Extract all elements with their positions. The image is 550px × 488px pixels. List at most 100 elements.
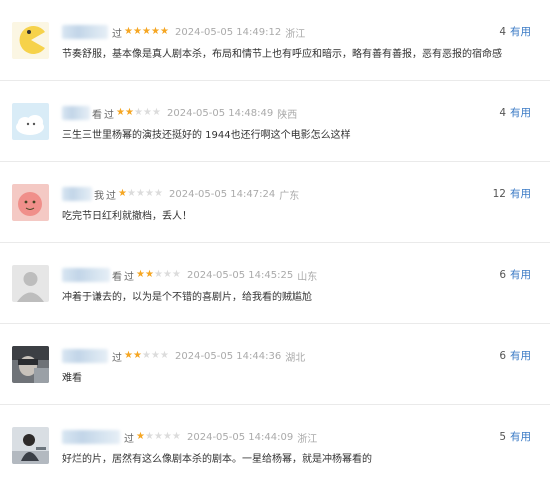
- useful-count: 4: [499, 106, 506, 119]
- star-rating: ★ ★ ★ ★ ★: [136, 270, 181, 280]
- review-content: 冲着于谦去的，以为是个不错的喜剧片，给我看的贼尴尬: [62, 292, 312, 303]
- person-photo-avatar-icon: [12, 427, 49, 464]
- star-empty-icon: ★: [154, 269, 163, 280]
- review-item: 过 ★ ★ ★ ★ ★ 2024-05-05 14:49:12 浙江 节奏舒服，基本像是…: [0, 0, 550, 81]
- star-empty-icon: ★: [151, 350, 160, 361]
- review-content: 节奏舒服，基本像是真人剧本杀，布局和情节上也有呼应和暗示，略有善有善报，恶有恶报…: [62, 49, 502, 60]
- useful-vote[interactable]: 4 有用: [499, 105, 531, 120]
- star-filled-icon: ★: [136, 431, 145, 442]
- review-item: 过 ★ ★ ★ ★ ★ 2024-05-05 14:44:09 浙江 好烂的片，居然有这…: [0, 405, 550, 486]
- watched-label: 过: [112, 352, 122, 364]
- watched-label: 过: [112, 28, 122, 40]
- star-rating: ★ ★ ★ ★ ★: [136, 432, 181, 442]
- review-location: 广东: [279, 190, 300, 202]
- star-rating: ★ ★ ★ ★ ★: [124, 351, 169, 361]
- review-location: 陕西: [277, 109, 298, 121]
- star-filled-icon: ★: [125, 107, 134, 118]
- watched-label: 过: [124, 271, 134, 283]
- user-avatar[interactable]: [12, 265, 49, 302]
- star-empty-icon: ★: [152, 107, 161, 118]
- watched-label: 过: [124, 433, 134, 445]
- review-meta: 过 ★ ★ ★ ★ ★ 2024-05-05 14:49:12 浙江: [62, 24, 305, 40]
- user-avatar[interactable]: [12, 427, 49, 464]
- useful-vote[interactable]: 6 有用: [499, 348, 531, 363]
- review-content: 难看: [62, 373, 82, 384]
- user-avatar[interactable]: [12, 22, 49, 59]
- star-filled-icon: ★: [133, 26, 142, 37]
- star-filled-icon: ★: [142, 26, 151, 37]
- useful-vote[interactable]: 5 有用: [499, 429, 531, 444]
- star-empty-icon: ★: [136, 188, 145, 199]
- watched-label: 过: [106, 190, 116, 202]
- useful-button[interactable]: 有用: [510, 348, 531, 363]
- review-item: 我 过 ★ ★ ★ ★ ★ 2024-05-05 14:47:24 广东 吃完节日红利就…: [0, 162, 550, 243]
- star-filled-icon: ★: [145, 269, 154, 280]
- review-item: 看 过 ★ ★ ★ ★ ★ 2024-05-05 14:45:25 山东 冲着于谦去的，…: [0, 243, 550, 324]
- review-time: 2024-05-05 14:47:24: [169, 188, 276, 200]
- star-empty-icon: ★: [154, 188, 163, 199]
- star-filled-icon: ★: [124, 350, 133, 361]
- photo-avatar-icon: [12, 346, 49, 383]
- watched-label: 过: [104, 109, 114, 121]
- username-blurred[interactable]: [62, 187, 92, 201]
- review-meta: 看 过 ★ ★ ★ ★ ★ 2024-05-05 14:48:49 陕西: [62, 105, 297, 121]
- star-filled-icon: ★: [160, 26, 169, 37]
- review-item: 过 ★ ★ ★ ★ ★ 2024-05-05 14:44:36 湖北 难看 6 有用: [0, 324, 550, 405]
- user-avatar[interactable]: [12, 103, 49, 140]
- username-tail: 看: [112, 271, 122, 283]
- review-location: 浙江: [297, 433, 318, 445]
- star-empty-icon: ★: [143, 107, 152, 118]
- star-empty-icon: ★: [142, 350, 151, 361]
- user-avatar[interactable]: [12, 184, 49, 221]
- username-tail: 看: [92, 109, 102, 121]
- star-rating: ★ ★ ★ ★ ★: [118, 189, 163, 199]
- star-rating: ★ ★ ★ ★ ★: [116, 108, 161, 118]
- useful-count: 6: [499, 349, 506, 362]
- review-meta: 我 过 ★ ★ ★ ★ ★ 2024-05-05 14:47:24 广东: [62, 186, 299, 202]
- useful-vote[interactable]: 12 有用: [493, 186, 531, 201]
- useful-button[interactable]: 有用: [510, 267, 531, 282]
- username-blurred[interactable]: [62, 349, 108, 363]
- username-tail: 我: [94, 190, 104, 202]
- useful-count: 4: [499, 25, 506, 38]
- review-list: 过 ★ ★ ★ ★ ★ 2024-05-05 14:49:12 浙江 节奏舒服，基本像是…: [0, 0, 550, 488]
- useful-vote[interactable]: 4 有用: [499, 24, 531, 39]
- star-empty-icon: ★: [154, 431, 163, 442]
- useful-button[interactable]: 有用: [510, 186, 531, 201]
- star-filled-icon: ★: [151, 26, 160, 37]
- default-user-avatar-icon: [12, 265, 49, 302]
- review-location: 浙江: [285, 28, 306, 40]
- star-rating: ★ ★ ★ ★ ★: [124, 27, 169, 37]
- star-empty-icon: ★: [127, 188, 136, 199]
- review-time: 2024-05-05 14:44:09: [187, 431, 294, 443]
- review-location: 山东: [297, 271, 318, 283]
- cloud-bunny-avatar-icon: [12, 103, 49, 140]
- useful-count: 6: [499, 268, 506, 281]
- username-blurred[interactable]: [62, 25, 108, 39]
- review-time: 2024-05-05 14:45:25: [187, 269, 294, 281]
- username-blurred[interactable]: [62, 268, 110, 282]
- star-empty-icon: ★: [134, 107, 143, 118]
- star-empty-icon: ★: [145, 431, 154, 442]
- username-blurred[interactable]: [62, 106, 90, 120]
- star-empty-icon: ★: [172, 431, 181, 442]
- useful-button[interactable]: 有用: [510, 429, 531, 444]
- useful-vote[interactable]: 6 有用: [499, 267, 531, 282]
- star-filled-icon: ★: [133, 350, 142, 361]
- star-filled-icon: ★: [136, 269, 145, 280]
- star-filled-icon: ★: [118, 188, 127, 199]
- user-avatar[interactable]: [12, 346, 49, 383]
- star-empty-icon: ★: [163, 269, 172, 280]
- review-meta: 过 ★ ★ ★ ★ ★ 2024-05-05 14:44:09 浙江: [62, 429, 317, 445]
- pink-cartoon-avatar-icon: [12, 184, 49, 221]
- review-meta: 看 过 ★ ★ ★ ★ ★ 2024-05-05 14:45:25 山东: [62, 267, 317, 283]
- review-content: 吃完节日红利就撤档，丢人！: [62, 211, 192, 222]
- star-empty-icon: ★: [172, 269, 181, 280]
- review-item: 看 过 ★ ★ ★ ★ ★ 2024-05-05 14:48:49 陕西 三生三世里杨幂…: [0, 81, 550, 162]
- review-time: 2024-05-05 14:44:36: [175, 350, 282, 362]
- star-filled-icon: ★: [116, 107, 125, 118]
- review-time: 2024-05-05 14:48:49: [167, 107, 274, 119]
- useful-button[interactable]: 有用: [510, 105, 531, 120]
- username-blurred[interactable]: [62, 430, 120, 444]
- useful-button[interactable]: 有用: [510, 24, 531, 39]
